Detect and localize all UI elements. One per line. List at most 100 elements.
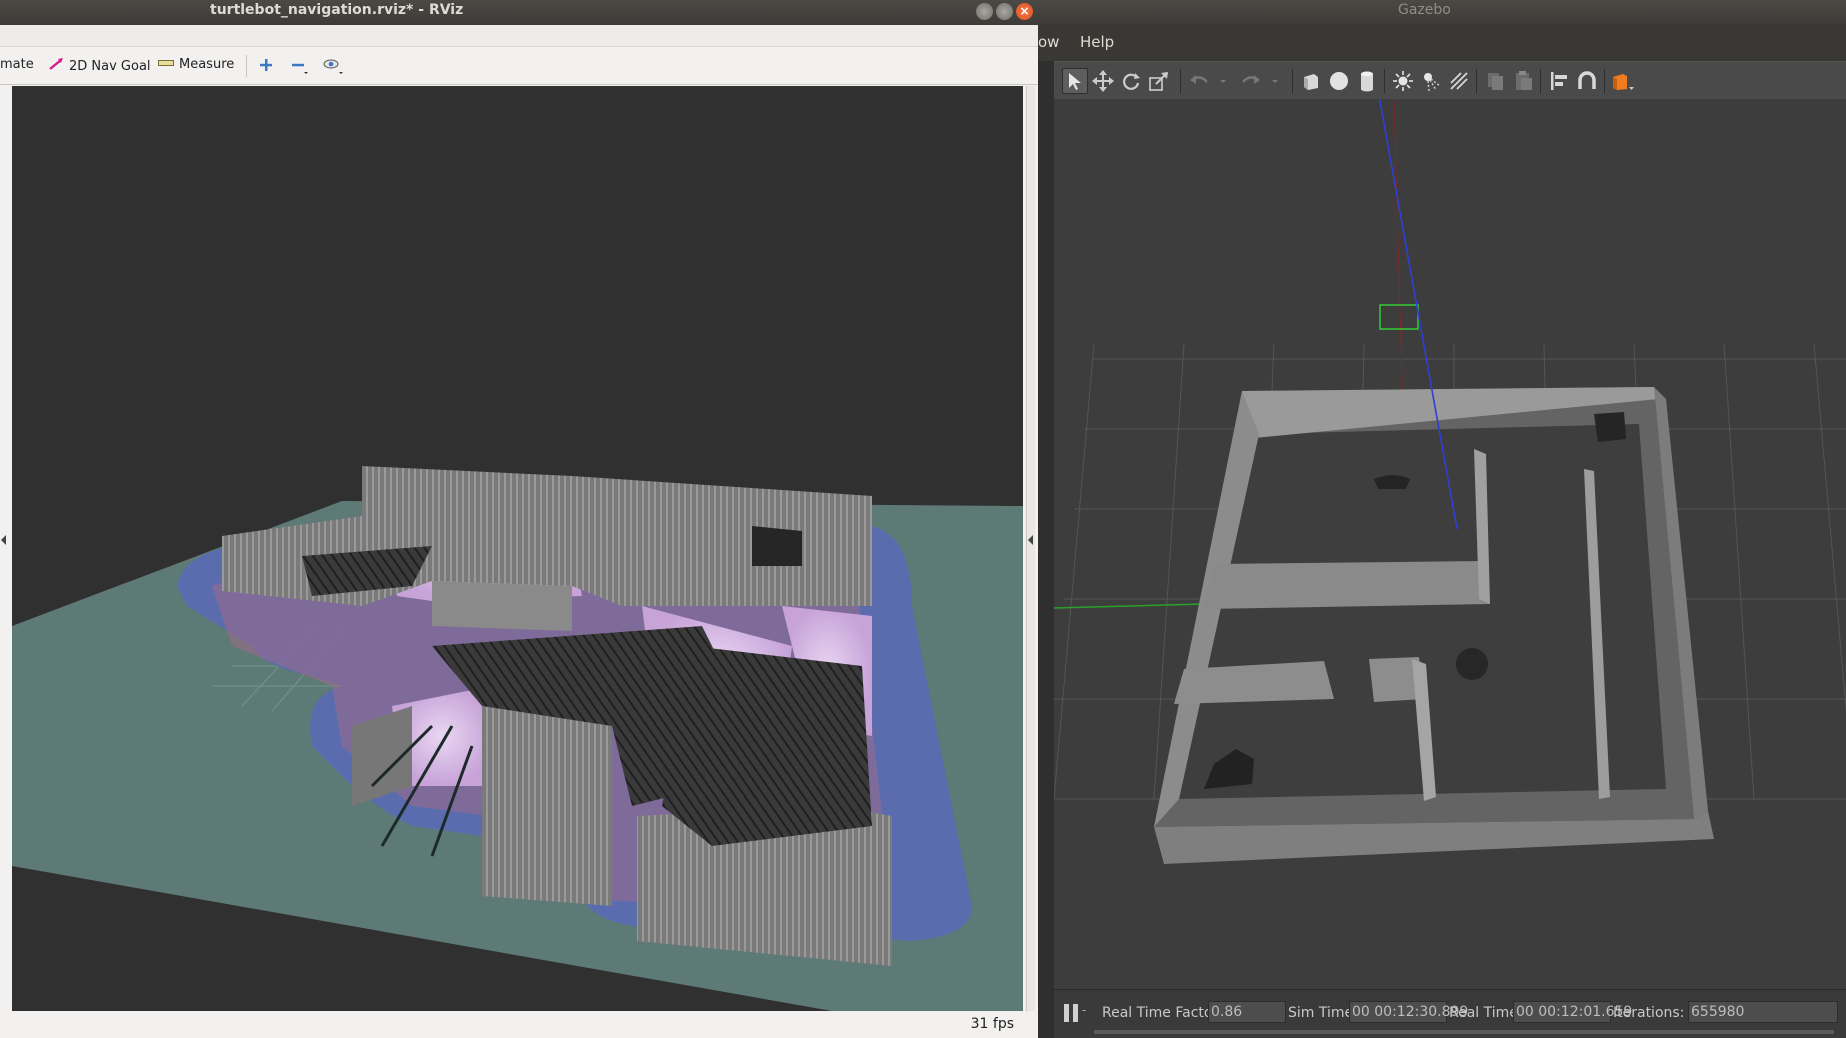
robot-frame-marker <box>1379 304 1419 330</box>
remove-tool-button[interactable] <box>290 57 310 79</box>
pose-estimate-label: mate <box>0 57 34 72</box>
collapse-right-icon[interactable] <box>1028 535 1033 545</box>
copy-icon <box>1488 73 1503 90</box>
iterations-value: 655980 <box>1688 1001 1838 1023</box>
chevron-down-icon <box>1272 80 1278 83</box>
close-button[interactable]: × <box>1016 3 1033 20</box>
pause-icon <box>1064 1004 1069 1022</box>
wall-voxels-front <box>482 706 612 906</box>
cursor-arrow-icon <box>1069 73 1081 90</box>
gazebo-world-render <box>1054 99 1846 864</box>
toolbar-separator <box>1292 69 1293 93</box>
spot-light-icon <box>1424 73 1441 92</box>
gazebo-titlebar[interactable]: Gazebo <box>1038 0 1846 25</box>
undo-history-button[interactable] <box>1210 68 1236 94</box>
minus-icon <box>290 57 310 79</box>
gazebo-window: Gazebo ow Help - Real Time Factor: 0.86 … <box>1038 0 1846 1038</box>
rviz-statusbar: 31 fps <box>0 1011 1038 1038</box>
plus-icon <box>258 57 274 77</box>
rviz-window-title: turtlebot_navigation.rviz* - RViz <box>210 2 464 18</box>
paste-icon <box>1516 71 1532 90</box>
undo-button[interactable] <box>1186 68 1212 94</box>
redo-button[interactable] <box>1238 68 1264 94</box>
view-angle-button[interactable] <box>1610 68 1636 94</box>
snap-button[interactable] <box>1574 68 1600 94</box>
redo-icon <box>1242 75 1260 84</box>
inner-walls <box>1204 561 1489 609</box>
step-indicator: - <box>1082 1003 1087 1017</box>
directional-light-icon <box>1450 72 1468 90</box>
rviz-vertical-splitter[interactable] <box>1026 86 1035 1011</box>
gazebo-menubar: ow Help <box>1038 25 1846 61</box>
gazebo-3d-scene[interactable] <box>1054 99 1846 989</box>
select-mode-button[interactable] <box>1062 68 1088 94</box>
rotate-mode-button[interactable] <box>1118 68 1144 94</box>
view-angle-cube-icon <box>1613 74 1634 90</box>
rviz-toolbar: mate 2D Nav Goal Measure <box>0 47 1038 85</box>
sphere-obstacle <box>1456 648 1488 680</box>
toolbar-separator <box>1604 69 1605 93</box>
toolbar-separator <box>1180 69 1181 93</box>
rviz-menubar <box>0 25 1038 47</box>
toolbar-separator <box>1476 69 1477 93</box>
pause-button[interactable] <box>1064 1004 1080 1022</box>
sun-light-icon <box>1393 71 1413 91</box>
nav-goal-arrow-icon <box>48 57 64 75</box>
scale-mode-button[interactable] <box>1146 68 1172 94</box>
rotate-icon <box>1123 73 1140 90</box>
collapse-left-icon[interactable] <box>1 535 6 545</box>
iterations-label: Iterations: <box>1613 1005 1685 1021</box>
nav-goal-label: 2D Nav Goal <box>69 58 151 74</box>
rviz-scene-render <box>12 466 1023 1011</box>
sphere-icon <box>1330 72 1348 90</box>
redo-history-button[interactable] <box>1262 68 1288 94</box>
eye-icon <box>323 57 345 79</box>
align-button[interactable] <box>1546 68 1572 94</box>
pose-estimate-tool[interactable]: mate <box>0 57 34 72</box>
toolbar-separator <box>1540 69 1541 93</box>
magnet-icon <box>1578 71 1596 89</box>
sim-time-value: 00 00:12:30.899 <box>1349 1001 1468 1023</box>
x-axis-line <box>1054 603 1205 609</box>
menu-help[interactable]: Help <box>1080 33 1114 51</box>
insert-cylinder-button[interactable] <box>1354 68 1380 94</box>
minimize-button[interactable] <box>976 3 993 20</box>
menu-window[interactable]: ow <box>1038 33 1059 51</box>
insert-box-button[interactable] <box>1298 68 1324 94</box>
real-time-factor-label: Real Time Factor: <box>1102 1005 1223 1021</box>
toolbar-separator <box>246 55 247 77</box>
measure-tool[interactable]: Measure <box>158 57 234 72</box>
status-progress-track <box>1094 1030 1834 1034</box>
sim-time-label: Sim Time: <box>1288 1005 1358 1021</box>
toolbar-separator <box>1384 69 1385 93</box>
real-time-value: 00 00:12:01.659 <box>1513 1001 1632 1023</box>
fps-counter: 31 fps <box>970 1016 1014 1032</box>
paste-button[interactable] <box>1510 68 1536 94</box>
gazebo-left-panel-strip[interactable] <box>1038 61 1054 1038</box>
add-tool-button[interactable] <box>258 57 274 77</box>
rviz-window: turtlebot_navigation.rviz* - RViz × mate… <box>0 0 1038 1038</box>
gazebo-toolbar <box>1054 61 1846 99</box>
cylinder-icon <box>1361 71 1373 92</box>
maximize-button[interactable] <box>996 3 1013 20</box>
point-light-button[interactable] <box>1390 68 1416 94</box>
align-icon <box>1551 72 1567 90</box>
gazebo-window-title: Gazebo <box>1398 2 1451 18</box>
rviz-3d-viewport[interactable] <box>12 86 1023 1011</box>
translate-mode-button[interactable] <box>1090 68 1116 94</box>
spot-light-button[interactable] <box>1418 68 1444 94</box>
copy-button[interactable] <box>1482 68 1508 94</box>
ruler-icon <box>158 57 174 72</box>
real-time-label: Real Time: <box>1449 1005 1523 1021</box>
real-time-factor-value: 0.86 <box>1208 1001 1286 1023</box>
insert-sphere-button[interactable] <box>1326 68 1352 94</box>
view-tool-button[interactable] <box>323 57 345 79</box>
scale-icon <box>1149 72 1168 91</box>
directional-light-button[interactable] <box>1446 68 1472 94</box>
measure-label: Measure <box>179 57 235 72</box>
undo-icon <box>1190 75 1208 84</box>
box-icon <box>1304 74 1318 90</box>
chevron-down-icon <box>1220 80 1226 83</box>
rviz-titlebar[interactable]: turtlebot_navigation.rviz* - RViz × <box>0 0 1038 25</box>
nav-goal-tool[interactable]: 2D Nav Goal <box>48 57 151 75</box>
